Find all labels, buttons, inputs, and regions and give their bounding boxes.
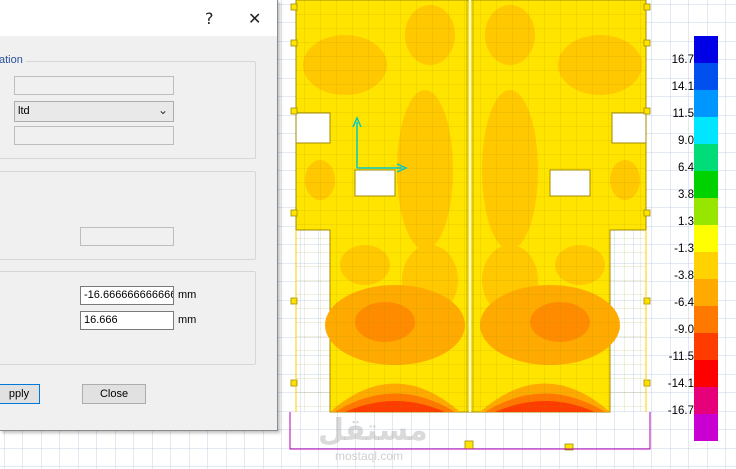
legend-label: -9.0 <box>674 324 694 336</box>
group-label-location: ation <box>0 54 26 66</box>
max-unit-label: mm <box>178 314 197 326</box>
legend-label: 11.5 <box>672 108 694 120</box>
legend-color-swatch <box>694 144 718 171</box>
watermark-logo: مستقل <box>318 413 428 448</box>
legend-color-swatch <box>694 279 718 306</box>
disabled-field-1 <box>14 76 174 95</box>
legend-label: -11.5 <box>668 351 694 363</box>
load-select-value: ltd <box>18 105 30 117</box>
legend-color-swatch <box>694 333 718 360</box>
legend-label: 9.0 <box>678 135 694 147</box>
disabled-field-2 <box>14 126 174 145</box>
legend-label: 3.8 <box>678 189 694 201</box>
legend-color-swatch <box>694 63 718 90</box>
chevron-down-icon: ⌄ <box>157 103 168 117</box>
legend-color-swatch <box>694 252 718 279</box>
legend-label: -6.4 <box>674 297 694 309</box>
dialog-title-bar: ? ✕ <box>0 0 277 36</box>
group-box-options <box>0 171 256 260</box>
close-button[interactable]: Close <box>82 384 146 404</box>
legend-label: -1.3 <box>674 243 694 255</box>
help-button[interactable]: ? <box>205 9 214 28</box>
disabled-field-3 <box>80 227 174 246</box>
structure-plan <box>289 0 651 451</box>
close-icon[interactable]: ✕ <box>248 9 261 28</box>
legend-color-swatch <box>694 198 718 225</box>
legend-color-swatch <box>694 414 718 441</box>
legend-label: 14.1 <box>671 81 694 93</box>
legend-color-swatch <box>694 225 718 252</box>
dialog-window: ? ✕ ation ltd ⌄ -16.6666666666666 mm 16.… <box>0 0 278 431</box>
watermark-url: mostaql.com <box>335 449 404 463</box>
legend-label: -3.8 <box>674 270 694 282</box>
legend-label: -14.1 <box>667 378 694 390</box>
legend-label: 1.3 <box>678 216 694 228</box>
legend-color-swatch <box>694 90 718 117</box>
legend-label: -16.7 <box>667 405 694 417</box>
legend-color-swatch <box>694 387 718 414</box>
legend-color-swatch <box>694 360 718 387</box>
min-value-input[interactable]: -16.6666666666666 <box>80 286 174 305</box>
max-value-input[interactable]: 16.666 <box>80 311 174 330</box>
apply-button[interactable]: pply <box>0 384 40 404</box>
legend-color-swatch <box>694 117 718 144</box>
legend-color-swatch <box>694 171 718 198</box>
legend-color-swatch <box>694 36 718 63</box>
legend-color-swatch <box>694 306 718 333</box>
min-unit-label: mm <box>178 289 197 301</box>
legend-label: 16.7 <box>671 54 694 66</box>
legend-label: 6.4 <box>678 162 694 174</box>
load-select[interactable]: ltd ⌄ <box>14 101 174 122</box>
